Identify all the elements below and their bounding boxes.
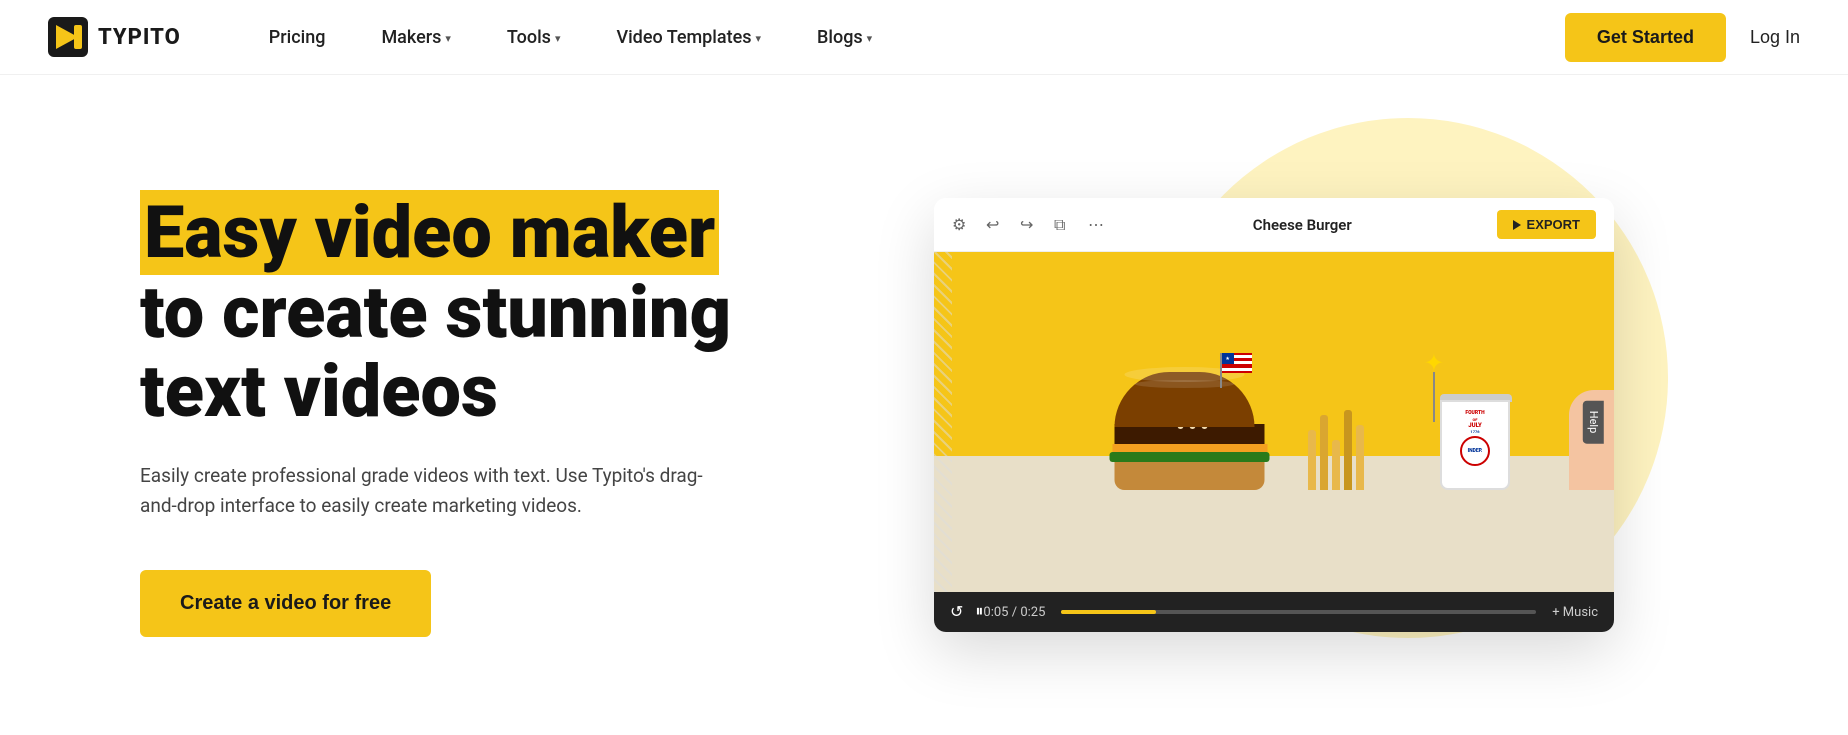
cup-label-area: FOURTH OF JULY 1776 INDEP. — [1447, 410, 1503, 468]
nav-pricing[interactable]: Pricing — [241, 0, 354, 75]
lettuce — [1110, 452, 1270, 462]
burger-body — [1115, 372, 1270, 490]
cup-body: FOURTH OF JULY 1776 INDEP. — [1440, 400, 1510, 490]
table-surface — [934, 456, 1614, 592]
logo-text: TYPITO — [98, 25, 181, 50]
chevron-down-icon: ▾ — [867, 32, 873, 45]
export-button[interactable]: EXPORT — [1497, 210, 1596, 239]
video-canvas: ★ ✦ FOURTH — [934, 252, 1614, 592]
editor-mockup: ⚙ ↩ ↪ ⧉ ⋯ Cheese Burger EXPORT — [934, 198, 1614, 632]
time-display: 0:05 / 0:25 — [983, 605, 1045, 620]
redo-icon[interactable]: ↪ — [1020, 215, 1040, 235]
progress-fill — [1061, 610, 1156, 614]
editor-toolbar: ⚙ ↩ ↪ ⧉ ⋯ Cheese Burger EXPORT — [934, 198, 1614, 252]
hero-headline: Easy video maker to create stunning text… — [140, 193, 780, 431]
help-tab[interactable]: Help — [1583, 401, 1604, 444]
more-icon[interactable]: ⋯ — [1088, 215, 1108, 235]
copy-icon[interactable]: ⧉ — [1054, 215, 1074, 235]
nav-video-templates[interactable]: Video Templates ▾ — [588, 0, 789, 75]
export-play-icon — [1513, 220, 1521, 230]
bun-top — [1115, 372, 1255, 427]
nav-makers[interactable]: Makers ▾ — [353, 0, 478, 75]
fry-2 — [1320, 415, 1328, 490]
american-flag: ★ — [1220, 353, 1222, 388]
toolbar-icons: ⚙ ↩ ↪ ⧉ ⋯ — [952, 215, 1108, 235]
nav-tools[interactable]: Tools ▾ — [479, 0, 589, 75]
playback-controls: ↺ ⏸ — [950, 602, 983, 622]
nav-blogs[interactable]: Blogs ▾ — [789, 0, 900, 75]
fry-1 — [1308, 430, 1316, 490]
music-button[interactable]: + Music — [1552, 605, 1598, 620]
fries — [1308, 410, 1364, 490]
navigation: TYPITO Pricing Makers ▾ Tools ▾ Video Te… — [0, 0, 1848, 75]
fry-5 — [1356, 425, 1364, 490]
chevron-down-icon: ▾ — [555, 32, 561, 45]
hero-left: Easy video maker to create stunning text… — [140, 193, 820, 636]
bun-bottom — [1115, 462, 1265, 490]
restart-button[interactable]: ↺ — [950, 602, 963, 622]
undo-icon[interactable]: ↩ — [986, 215, 1006, 235]
typito-logo-icon — [48, 17, 88, 57]
fry-3 — [1332, 440, 1340, 490]
side-panel-stripes — [934, 252, 952, 592]
login-button[interactable]: Log In — [1750, 27, 1800, 48]
settings-icon[interactable]: ⚙ — [952, 215, 972, 235]
get-started-button[interactable]: Get Started — [1565, 13, 1726, 62]
pause-button[interactable]: ⏸ — [975, 603, 983, 621]
chevron-down-icon: ▾ — [756, 32, 762, 45]
video-title: Cheese Burger — [1108, 216, 1497, 234]
nav-links: Pricing Makers ▾ Tools ▾ Video Templates… — [241, 0, 1565, 75]
video-scene: ★ ✦ FOURTH — [934, 252, 1614, 592]
cheese-layer — [1113, 444, 1268, 452]
hero-subtext: Easily create professional grade videos … — [140, 461, 720, 522]
headline-highlight: Easy video maker — [140, 190, 719, 275]
hero-section: Easy video maker to create stunning text… — [0, 75, 1848, 735]
progress-bar[interactable] — [1061, 610, 1536, 614]
hero-right: ⚙ ↩ ↪ ⧉ ⋯ Cheese Burger EXPORT — [820, 198, 1728, 632]
fry-4 — [1344, 410, 1352, 490]
logo-link[interactable]: TYPITO — [48, 17, 181, 57]
editor-controls: ↺ ⏸ 0:05 / 0:25 + Music — [934, 592, 1614, 632]
chevron-down-icon: ▾ — [445, 32, 451, 45]
nav-actions: Get Started Log In — [1565, 13, 1800, 62]
drink-cup: FOURTH OF JULY 1776 INDEP. — [1440, 394, 1512, 490]
cta-button[interactable]: Create a video for free — [140, 570, 431, 637]
